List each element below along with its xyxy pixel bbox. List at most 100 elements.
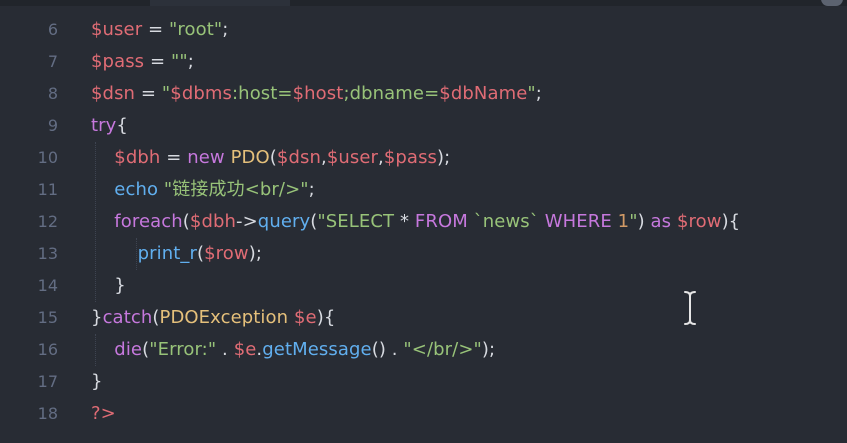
line-number: 12 [37, 212, 58, 231]
code-token: $dsn [91, 83, 136, 104]
code-text: try{ [91, 110, 128, 142]
code-token: } [91, 307, 103, 328]
code-token: WHERE [544, 211, 612, 232]
code-token: -> [236, 211, 258, 232]
code-line[interactable]: 17} [0, 366, 847, 398]
code-token: $pass [91, 51, 145, 72]
code-token: PDO [230, 147, 270, 168]
code-text: } [91, 270, 126, 302]
code-line[interactable]: 13 print_r($row); [0, 238, 847, 270]
code-token: PDOException [159, 307, 289, 328]
code-token: ; [308, 179, 315, 200]
code-token: "root" [169, 19, 223, 40]
code-token: foreach [114, 211, 183, 232]
code-text: echo "链接成功<br/>"; [91, 174, 315, 206]
code-text: $pass = ""; [91, 46, 194, 78]
code-token: ;dbname= [343, 83, 440, 104]
code-token: "SELECT [317, 211, 400, 232]
code-token: :host= [232, 83, 293, 104]
line-number: 13 [37, 244, 58, 263]
code-token: () . [371, 339, 404, 360]
code-token: new [187, 147, 225, 168]
code-token: $pass [383, 147, 438, 168]
code-token: $e [293, 307, 317, 328]
code-token: as [650, 211, 672, 232]
code-token: echo [114, 179, 159, 200]
code-token: = [144, 51, 171, 72]
code-token: $row [204, 243, 249, 264]
code-line[interactable]: 12 foreach($dbh->query("SELECT * FROM `n… [0, 206, 847, 238]
code-text: die("Error:" . $e.getMessage() . "</br/>… [91, 334, 495, 366]
code-line[interactable]: 10 $dbh = new PDO($dsn,$user,$pass); [0, 142, 847, 174]
code-token: getMessage [262, 339, 372, 360]
code-token: $e [233, 339, 257, 360]
code-token: ; [222, 19, 229, 40]
indent-guide [95, 334, 96, 366]
editor-tab[interactable] [150, 0, 290, 6]
code-token: { [116, 115, 128, 136]
code-token: . [216, 339, 234, 360]
code-line[interactable]: 15 }catch(PDOException $e){ [0, 302, 847, 334]
line-number: 11 [37, 180, 58, 199]
code-token: ; [187, 51, 194, 72]
indent-guide [95, 142, 96, 302]
code-token: try [91, 115, 117, 136]
code-token: ); [248, 243, 262, 264]
code-text: $dsn = "$dbms:host=$host;dbname=$dbName"… [91, 78, 542, 110]
code-token: ){ [316, 307, 336, 328]
code-line[interactable]: 16 die("Error:" . $e.getMessage() . "</b… [0, 334, 847, 366]
code-token: 1 [617, 211, 630, 232]
code-editor[interactable]: 6 $user = "root"; 7 $pass = ""; 8 $dsn = "$db… [0, 0, 847, 443]
code-token: ( [182, 211, 190, 232]
code-token: ?> [91, 403, 116, 424]
code-token: = [135, 83, 162, 104]
code-text: $user = "root"; [91, 14, 228, 46]
code-token: ( [269, 147, 277, 168]
code-token: "" [171, 51, 188, 72]
code-line[interactable]: 7 $pass = ""; [0, 46, 847, 78]
code-token: "</br/>" [403, 339, 482, 360]
editor-top-bar [0, 0, 847, 6]
code-line[interactable]: 9 try{ [0, 110, 847, 142]
code-token: } [91, 371, 103, 392]
code-token: FROM [414, 211, 468, 232]
code-token: ); [481, 339, 496, 360]
code-line[interactable]: 8 $dsn = " $dbms:host=$host;dbname=$dbName… [0, 78, 847, 110]
code-token: } [91, 275, 126, 296]
code-text: }catch(PDOException $e){ [91, 302, 335, 334]
line-number: 18 [37, 404, 58, 423]
code-token: = [142, 19, 170, 40]
line-number: 7 [47, 52, 58, 71]
indent-guide [136, 238, 137, 270]
code-token: ){ [721, 211, 741, 232]
code-text: ?> [91, 398, 116, 430]
code-token: die [114, 339, 143, 360]
code-token: $dbms [170, 83, 233, 104]
line-number: 14 [37, 276, 58, 295]
code-token: $dbh [189, 211, 237, 232]
code-text: foreach($dbh->query("SELECT * FROM `news… [91, 206, 740, 238]
code-token: ; [535, 83, 542, 104]
line-number: 6 [47, 20, 58, 39]
code-token: query [257, 211, 311, 232]
line-number: 16 [37, 340, 58, 359]
code-line[interactable]: 11 echo "链接成功<br/>"; [0, 174, 847, 206]
code-token: "Error:" [149, 339, 217, 360]
code-line[interactable]: 14 } [0, 270, 847, 302]
code-token: ); [437, 147, 451, 168]
line-number: 10 [37, 148, 58, 167]
code-token: $host [292, 83, 344, 104]
code-text: print_r($row); [91, 238, 262, 270]
line-number: 15 [37, 308, 58, 327]
i-beam-cursor-icon [684, 291, 696, 325]
code-token: $dbh [114, 147, 161, 168]
code-text: } [91, 366, 103, 398]
code-line[interactable]: 18 ?> [0, 398, 847, 430]
code-line[interactable]: 6 $user = "root"; [0, 14, 847, 46]
code-token: * [399, 211, 410, 232]
code-token: $user [91, 19, 143, 40]
line-number: 17 [37, 372, 58, 391]
code-text: $dbh = new PDO($dsn,$user,$pass); [91, 142, 450, 174]
code-token: "链接成功<br/>" [163, 179, 309, 200]
